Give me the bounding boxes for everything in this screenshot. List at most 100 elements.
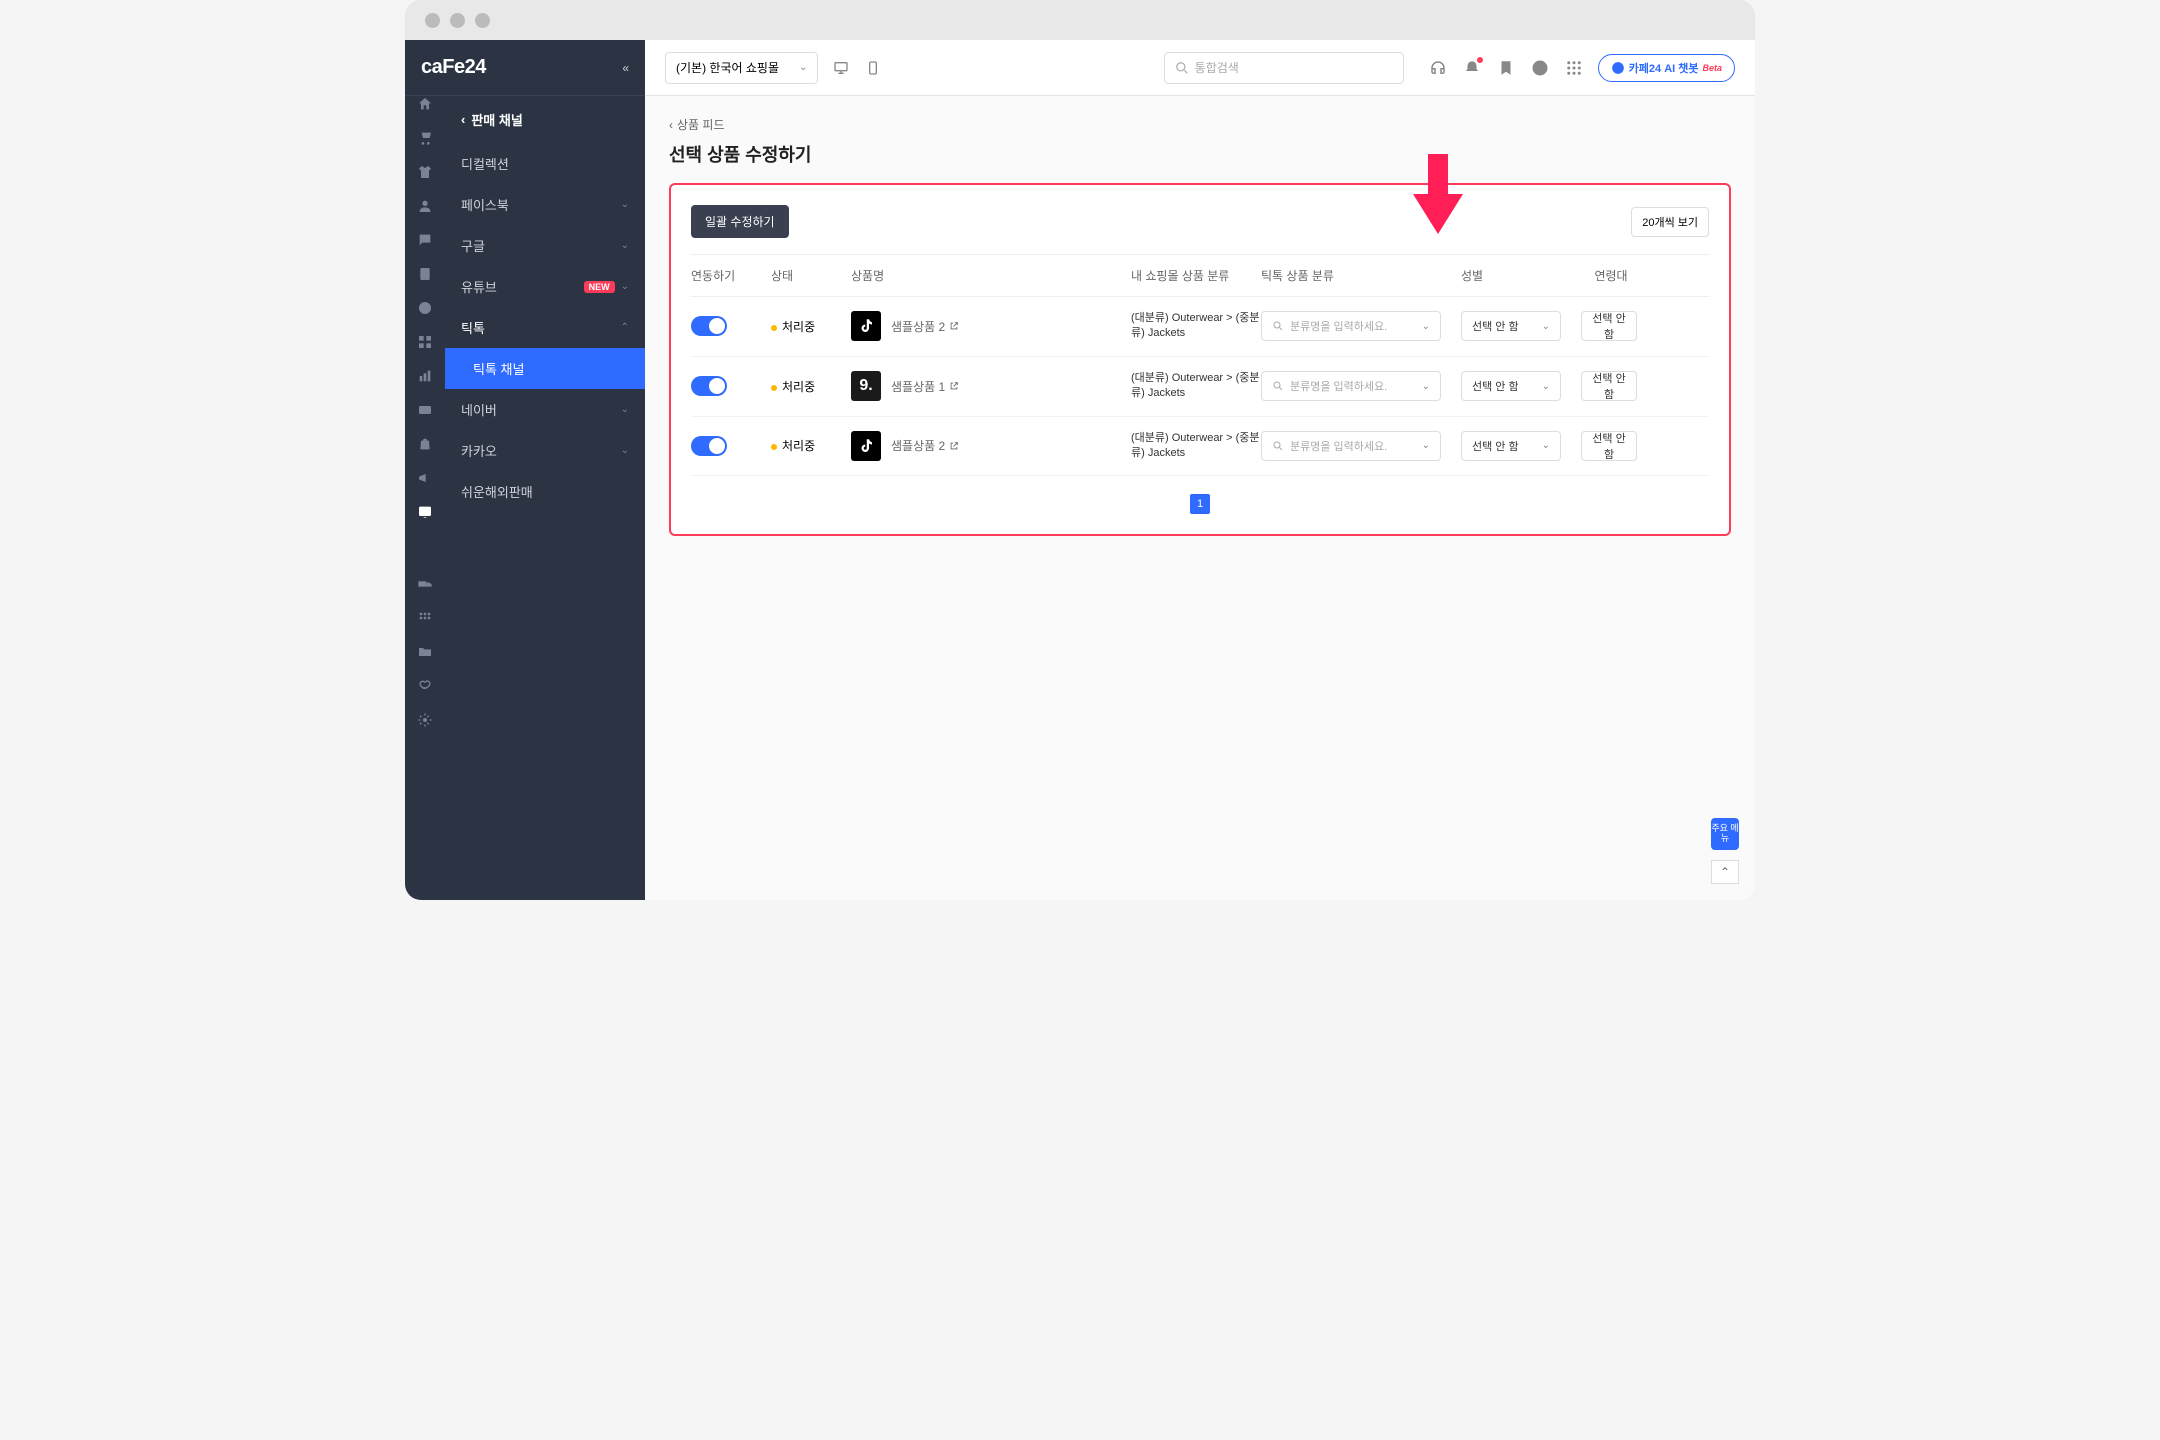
tt-category-input[interactable]: 분류명을 입력하세요. ⌄: [1261, 311, 1441, 341]
apps-grid-icon[interactable]: [1564, 58, 1584, 78]
link-icon[interactable]: [417, 678, 433, 694]
truck-icon[interactable]: [417, 576, 433, 592]
status-dot-icon: [771, 325, 777, 331]
grid-icon[interactable]: [417, 334, 433, 350]
chat-bubble-icon: [1611, 61, 1625, 75]
chevron-down-icon: ⌄: [1422, 440, 1430, 451]
megaphone-icon[interactable]: [417, 470, 433, 486]
sidebar-item-naver[interactable]: 네이버⌄: [445, 389, 645, 430]
app-logo: caFe24: [421, 56, 486, 79]
headset-icon[interactable]: [1428, 58, 1448, 78]
table-header: 연동하기 상태 상품명 내 쇼핑몰 상품 분류 틱톡 상품 분류 성별 연령대: [691, 254, 1709, 297]
sidebar-item-facebook[interactable]: 페이스북⌄: [445, 184, 645, 225]
tt-category-input[interactable]: 분류명을 입력하세요.⌄: [1261, 371, 1441, 401]
sidebar-item-tiktok[interactable]: 틱톡⌃: [445, 307, 645, 348]
quick-menu-button[interactable]: 주요 메뉴: [1711, 818, 1739, 850]
sync-toggle[interactable]: [691, 316, 727, 336]
beta-badge: Beta: [1702, 63, 1722, 73]
chevron-down-icon: ⌄: [1542, 381, 1550, 392]
global-search[interactable]: 통합검색: [1164, 52, 1404, 84]
sidebar-item-label: 페이스북: [461, 195, 509, 214]
product-name-link[interactable]: 샘플상품 2: [891, 437, 959, 454]
user-icon[interactable]: [417, 198, 433, 214]
product-name-link[interactable]: 샘플상품 1: [891, 378, 959, 395]
sidebar-item-tiktok-channel[interactable]: 틱톡 채널: [445, 348, 645, 389]
sidebar-item-label: 디컬렉션: [461, 154, 509, 173]
folder-icon[interactable]: [417, 644, 433, 660]
sidebar-item-overseas[interactable]: 쉬운해외판매: [445, 471, 645, 512]
table-row: 처리중9.샘플상품 1 (대분류) Outerwear > (중분류) Jack…: [691, 357, 1709, 417]
bell-icon[interactable]: [1462, 58, 1482, 78]
gender-select[interactable]: 선택 안 함⌄: [1461, 311, 1561, 341]
sidebar-item-label: 구글: [461, 236, 485, 255]
product-table: 연동하기 상태 상품명 내 쇼핑몰 상품 분류 틱톡 상품 분류 성별 연령대 …: [691, 254, 1709, 476]
status-cell: 처리중: [771, 378, 851, 395]
sidebar-item-dcollection[interactable]: 디컬렉션: [445, 143, 645, 184]
bag-icon[interactable]: [417, 436, 433, 452]
chevron-down-icon: ⌄: [621, 281, 629, 292]
product-name-link[interactable]: 샘플상품 2: [891, 318, 959, 335]
apps-icon[interactable]: [417, 610, 433, 626]
chevron-down-icon: ⌄: [1542, 321, 1550, 332]
chevron-down-icon: ⌄: [1422, 321, 1430, 332]
home-icon[interactable]: [417, 96, 433, 112]
palette-icon[interactable]: [417, 300, 433, 316]
channel-icon[interactable]: [417, 504, 433, 520]
page-title: 선택 상품 수정하기: [669, 141, 1731, 167]
chevron-down-icon: ⌄: [1542, 440, 1550, 451]
sidebar-back[interactable]: ‹ 판매 채널: [445, 96, 645, 143]
shop-selector[interactable]: (기본) 한국어 쇼핑몰 ⌄: [665, 52, 818, 84]
ad-icon[interactable]: [417, 402, 433, 418]
gender-select[interactable]: 선택 안 함⌄: [1461, 371, 1561, 401]
gender-select[interactable]: 선택 안 함⌄: [1461, 431, 1561, 461]
sidebar-item-google[interactable]: 구글 ⌄: [445, 225, 645, 266]
sidebar-item-youtube[interactable]: 유튜브NEW⌄: [445, 266, 645, 307]
shirt-icon[interactable]: [417, 164, 433, 180]
age-select[interactable]: 선택 안 함: [1581, 311, 1637, 341]
tt-category-input[interactable]: 분류명을 입력하세요.⌄: [1261, 431, 1441, 461]
tt-placeholder: 분류명을 입력하세요.: [1290, 318, 1387, 334]
page-size-selector[interactable]: 20개씩 보기: [1631, 207, 1709, 237]
expand-up-button[interactable]: ⌃: [1711, 860, 1739, 884]
status-text: 처리중: [782, 320, 815, 334]
chevron-up-icon: ⌃: [621, 322, 629, 333]
bulk-edit-button[interactable]: 일괄 수정하기: [691, 205, 789, 238]
icon-rail: [405, 40, 445, 900]
doc-icon[interactable]: [417, 266, 433, 282]
age-select[interactable]: 선택 안 함: [1581, 371, 1637, 401]
col-header-my-category: 내 쇼핑몰 상품 분류: [1131, 267, 1261, 284]
tt-placeholder: 분류명을 입력하세요.: [1290, 378, 1387, 394]
sync-toggle[interactable]: [691, 436, 727, 456]
my-category-text: (대분류) Outerwear > (중분류) Jackets: [1131, 371, 1261, 402]
status-dot-icon: [771, 385, 777, 391]
logo-bar: caFe24 «: [405, 40, 645, 96]
chat-icon[interactable]: [417, 232, 433, 248]
breadcrumb[interactable]: ‹ 상품 피드: [669, 116, 1731, 133]
col-header-tt-category: 틱톡 상품 분류: [1261, 267, 1461, 284]
sync-toggle[interactable]: [691, 376, 727, 396]
sidebar-item-label: 유튜브: [461, 277, 497, 296]
my-category-text: (대분류) Outerwear > (중분류) Jackets: [1131, 311, 1261, 342]
sidebar-item-kakao[interactable]: 카카오⌄: [445, 430, 645, 471]
status-text: 처리중: [782, 439, 815, 453]
stats-icon[interactable]: [417, 368, 433, 384]
mobile-icon[interactable]: [864, 59, 882, 77]
ai-chatbot-button[interactable]: 카페24 AI 챗봇 Beta: [1598, 54, 1735, 82]
profile-icon[interactable]: [1530, 58, 1550, 78]
chevron-down-icon: ⌄: [621, 240, 629, 251]
desktop-icon[interactable]: [832, 59, 850, 77]
search-placeholder: 통합검색: [1195, 59, 1239, 76]
table-row: 처리중 샘플상품 2 (대분류) Outerwear > (중분류) Jacket…: [691, 297, 1709, 357]
cart-icon[interactable]: [417, 130, 433, 146]
col-header-name: 상품명: [851, 267, 1131, 284]
browser-chrome: [405, 0, 1755, 40]
sidebar: ‹ 판매 채널 디컬렉션 페이스북⌄ 구글⌄ 유튜브NEW⌄ 틱톡⌃ 틱톡 채널…: [445, 40, 645, 900]
page-1[interactable]: 1: [1190, 494, 1210, 514]
age-select[interactable]: 선택 안 함: [1581, 431, 1637, 461]
status-text: 처리중: [782, 380, 815, 394]
sidebar-back-label: 판매 채널: [471, 110, 522, 129]
bookmark-icon[interactable]: [1496, 58, 1516, 78]
gear-icon[interactable]: [417, 712, 433, 728]
collapse-sidebar-icon[interactable]: «: [622, 61, 629, 75]
highlighted-panel: 일괄 수정하기 20개씩 보기 연동하기 상태 상품명 내 쇼핑몰 상품 분류 …: [669, 183, 1731, 536]
